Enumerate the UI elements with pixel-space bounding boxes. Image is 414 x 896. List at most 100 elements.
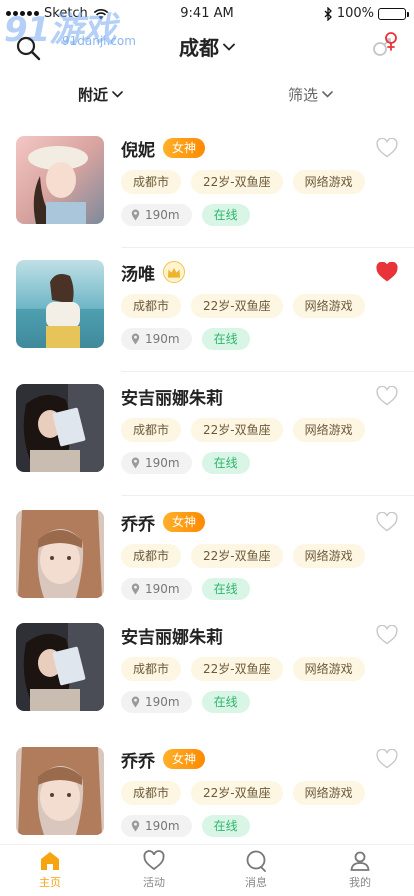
filter-nearby[interactable]: 附近 [78,84,123,105]
profile-card[interactable]: 倪妮 女神 成都市 22岁-双鱼座 网络游戏 190m 在线 [0,124,414,248]
tab-activity[interactable]: 活动 [124,849,184,890]
heart-icon[interactable] [376,138,398,158]
location-pin-icon [131,333,140,345]
heart-outline-icon [143,850,165,871]
heart-icon[interactable] [376,512,398,532]
profile-photo [16,510,104,598]
battery-icon [378,7,409,20]
city-label: 成都 [179,36,219,60]
header: 成都 [0,28,414,64]
heart-icon[interactable] [376,386,398,406]
heart-icon[interactable] [376,625,398,645]
profile-card[interactable]: 汤唯 成都市 22岁-双鱼座 网络游戏 190m 在线 [0,248,414,372]
age-tag: 22岁-双鱼座 [191,657,283,681]
distance-value: 190m [145,695,180,709]
age-tag: 22岁-双鱼座 [191,294,283,318]
tab-mine[interactable]: 我的 [330,849,390,890]
profile-photo [16,136,104,224]
distance-badge: 190m [121,815,192,837]
profile-photo [16,623,104,711]
distance-value: 190m [145,456,180,470]
city-tag: 成都市 [121,781,182,805]
distance-badge: 190m [121,204,192,226]
interest-tag: 网络游戏 [292,418,365,442]
profile-photo [16,384,104,472]
status-right: 100% [324,6,409,21]
profile-name: 乔乔 [121,514,155,535]
profile-tags: 成都市 22岁-双鱼座 网络游戏 [121,544,365,568]
profile-tags: 成都市 22岁-双鱼座 网络游戏 [121,418,365,442]
name-row: 乔乔 女神 [121,510,206,535]
profile-tags: 成都市 22岁-双鱼座 网络游戏 [121,170,365,194]
profile-tags: 成都市 22岁-双鱼座 网络游戏 [121,294,365,318]
online-status: 在线 [201,204,250,226]
name-row: 安吉丽娜朱莉 [121,623,223,648]
online-status: 在线 [201,328,250,350]
profile-name: 倪妮 [121,140,155,161]
distance-value: 190m [145,332,180,346]
crown-icon [168,267,180,278]
distance-badge: 190m [121,578,192,600]
tab-home[interactable]: 主页 [20,849,80,890]
city-tag: 成都市 [121,544,182,568]
profile-photo [16,260,104,348]
chevron-down-icon [322,91,333,98]
location-pin-icon [131,583,140,595]
heart-icon[interactable] [376,749,398,769]
interest-tag: 网络游戏 [292,657,365,681]
profile-tags: 成都市 22岁-双鱼座 网络游戏 [121,657,365,681]
city-selector[interactable]: 成都 [0,32,414,61]
tab-messages[interactable]: 消息 [226,849,286,890]
tab-mine-label: 我的 [349,876,371,889]
distance-value: 190m [145,819,180,833]
bluetooth-icon [324,6,332,21]
filter-screen-label: 筛选 [288,86,319,104]
tab-bar: 主页 活动 消息 我的 [0,844,414,896]
distance-badge: 190m [121,691,192,713]
online-status: 在线 [201,691,250,713]
goddess-badge: 女神 [163,138,206,158]
gender-filter-icon[interactable] [370,30,400,60]
filter-bar: 附近 筛选 [0,80,414,110]
chevron-down-icon [112,91,123,98]
age-tag: 22岁-双鱼座 [191,418,283,442]
name-row: 安吉丽娜朱莉 [121,384,223,409]
profile-meta: 190m 在线 [121,452,250,474]
age-tag: 22岁-双鱼座 [191,781,283,805]
goddess-badge: 女神 [163,512,206,532]
profile-meta: 190m 在线 [121,328,250,350]
city-tag: 成都市 [121,418,182,442]
message-bubble-icon [246,850,266,872]
name-row: 倪妮 女神 [121,136,206,161]
location-pin-icon [131,820,140,832]
location-pin-icon [131,209,140,221]
age-tag: 22岁-双鱼座 [191,170,283,194]
profile-tags: 成都市 22岁-双鱼座 网络游戏 [121,781,365,805]
profile-card[interactable]: 安吉丽娜朱莉 成都市 22岁-双鱼座 网络游戏 190m 在线 [0,611,414,735]
profile-name: 安吉丽娜朱莉 [121,627,223,648]
distance-value: 190m [145,582,180,596]
online-status: 在线 [201,452,250,474]
city-tag: 成都市 [121,294,182,318]
city-tag: 成都市 [121,170,182,194]
interest-tag: 网络游戏 [292,781,365,805]
heart-icon[interactable] [376,262,398,282]
crown-badge [163,261,185,283]
profile-meta: 190m 在线 [121,691,250,713]
profile-card[interactable]: 乔乔 女神 成都市 22岁-双鱼座 网络游戏 190m 在线 [0,498,414,622]
battery-percent: 100% [336,6,374,21]
interest-tag: 网络游戏 [292,544,365,568]
city-tag: 成都市 [121,657,182,681]
profile-card[interactable]: 安吉丽娜朱莉 成都市 22岁-双鱼座 网络游戏 190m 在线 [0,372,414,496]
profile-card[interactable]: 乔乔 女神 成都市 22岁-双鱼座 网络游戏 190m 在线 [0,735,414,859]
tab-home-label: 主页 [39,876,61,889]
online-status: 在线 [201,815,250,837]
location-pin-icon [131,457,140,469]
filter-screen[interactable]: 筛选 [288,84,333,105]
online-status: 在线 [201,578,250,600]
filter-nearby-label: 附近 [78,86,109,104]
profile-name: 安吉丽娜朱莉 [121,388,223,409]
user-icon [350,851,370,871]
name-row: 汤唯 [121,260,185,285]
distance-badge: 190m [121,452,192,474]
